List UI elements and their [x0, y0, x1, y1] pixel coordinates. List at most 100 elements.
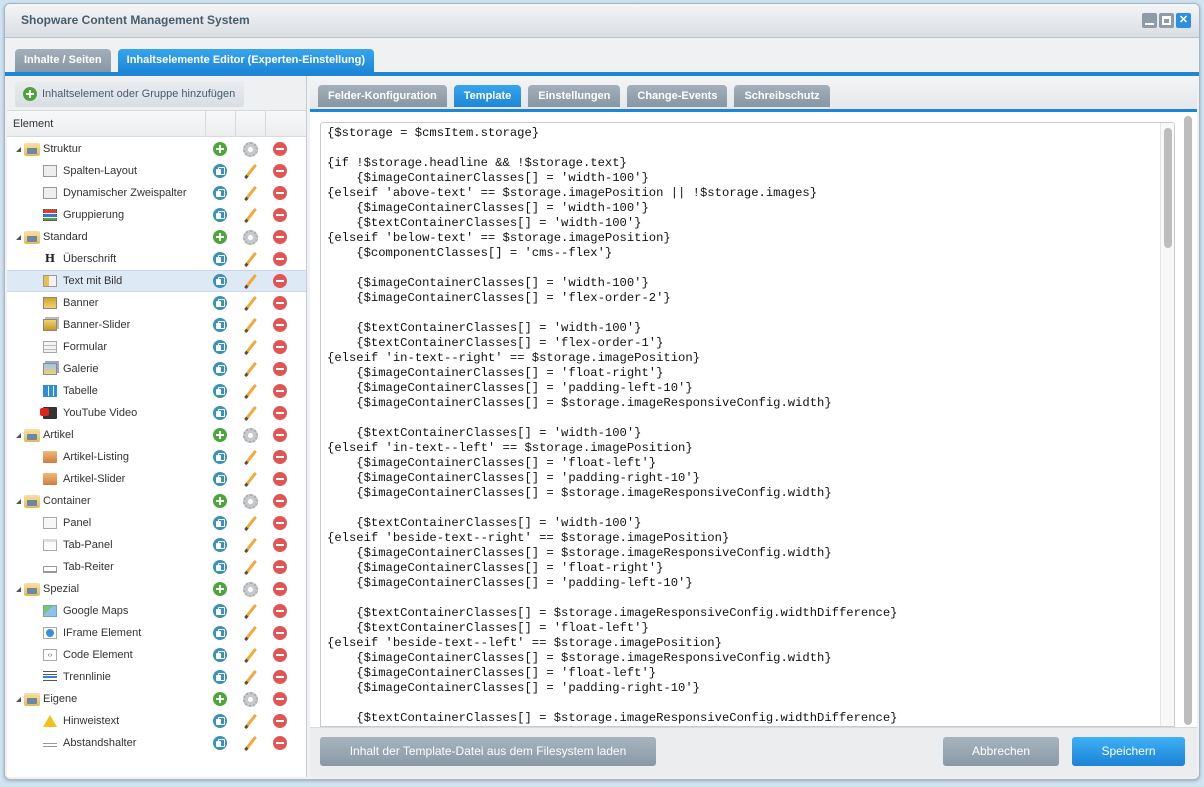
delete-button[interactable]: [273, 472, 287, 486]
add-child-button[interactable]: [213, 230, 227, 244]
delete-button[interactable]: [273, 384, 287, 398]
add-child-button[interactable]: [213, 142, 227, 156]
delete-button[interactable]: [273, 340, 287, 354]
panel-scrollbar-thumb[interactable]: [1184, 116, 1192, 725]
tree-item-row[interactable]: IFrame Element: [7, 622, 306, 644]
tab-inhalte-seiten[interactable]: Inhalte / Seiten: [15, 49, 111, 72]
delete-button[interactable]: [273, 692, 287, 706]
tree-item-row[interactable]: Artikel-Listing: [7, 446, 306, 468]
duplicate-button[interactable]: [213, 252, 227, 266]
edit-pencil-icon[interactable]: [243, 537, 257, 553]
duplicate-button[interactable]: [213, 384, 227, 398]
edit-pencil-icon[interactable]: [243, 163, 257, 179]
duplicate-button[interactable]: [213, 362, 227, 376]
edit-pencil-icon[interactable]: [243, 317, 257, 333]
delete-button[interactable]: [273, 186, 287, 200]
tree-group-row[interactable]: Standard: [7, 226, 306, 248]
duplicate-button[interactable]: [213, 736, 227, 750]
add-element-or-group-button[interactable]: Inhaltselement oder Gruppe hinzufügen: [15, 81, 245, 107]
edit-pencil-icon[interactable]: [243, 361, 257, 377]
add-child-button[interactable]: [213, 582, 227, 596]
template-code[interactable]: {$storage = $cmsItem.storage} {if !$stora…: [321, 123, 1174, 726]
tree-item-row[interactable]: Artikel-Slider: [7, 468, 306, 490]
duplicate-button[interactable]: [213, 186, 227, 200]
settings-gear-icon[interactable]: [242, 691, 258, 707]
load-template-from-filesystem-button[interactable]: Inhalt der Template-Datei aus dem Filesy…: [320, 737, 656, 766]
add-child-button[interactable]: [213, 494, 227, 508]
tree-group-row[interactable]: Container: [7, 490, 306, 512]
delete-button[interactable]: [273, 362, 287, 376]
tree-group-row[interactable]: Struktur: [7, 138, 306, 160]
delete-button[interactable]: [273, 428, 287, 442]
delete-button[interactable]: [273, 736, 287, 750]
tree-item-row[interactable]: Banner-Slider: [7, 314, 306, 336]
tree-item-row[interactable]: Spalten-Layout: [7, 160, 306, 182]
delete-button[interactable]: [273, 164, 287, 178]
tab-felder-konfiguration[interactable]: Felder-Konfiguration: [318, 85, 447, 107]
settings-gear-icon[interactable]: [242, 427, 258, 443]
edit-pencil-icon[interactable]: [243, 185, 257, 201]
tree-item-row[interactable]: ‹› Code Element: [7, 644, 306, 666]
duplicate-button[interactable]: [213, 714, 227, 728]
edit-pencil-icon[interactable]: [243, 603, 257, 619]
delete-button[interactable]: [273, 296, 287, 310]
add-child-button[interactable]: [213, 692, 227, 706]
edit-pencil-icon[interactable]: [243, 295, 257, 311]
duplicate-button[interactable]: [213, 208, 227, 222]
duplicate-button[interactable]: [213, 626, 227, 640]
edit-pencil-icon[interactable]: [243, 449, 257, 465]
tree-item-row[interactable]: Tab-Panel: [7, 534, 306, 556]
duplicate-button[interactable]: [213, 274, 227, 288]
tree-item-row[interactable]: YouTube Video: [7, 402, 306, 424]
edit-pencil-icon[interactable]: [243, 559, 257, 575]
edit-pencil-icon[interactable]: [243, 647, 257, 663]
editor-scrollbar[interactable]: [1160, 123, 1174, 726]
delete-button[interactable]: [273, 318, 287, 332]
tab-change-events[interactable]: Change-Events: [627, 85, 728, 107]
delete-button[interactable]: [273, 626, 287, 640]
edit-pencil-icon[interactable]: [243, 339, 257, 355]
editor-scrollbar-thumb[interactable]: [1164, 128, 1172, 248]
duplicate-button[interactable]: [213, 164, 227, 178]
edit-pencil-icon[interactable]: [243, 273, 257, 289]
expand-arrow-icon[interactable]: [16, 432, 21, 438]
delete-button[interactable]: [273, 648, 287, 662]
column-header-element[interactable]: Element: [7, 111, 205, 136]
tab-template[interactable]: Template: [453, 85, 522, 107]
edit-pencil-icon[interactable]: [243, 207, 257, 223]
delete-button[interactable]: [273, 714, 287, 728]
expand-arrow-icon[interactable]: [16, 498, 21, 504]
delete-button[interactable]: [273, 538, 287, 552]
panel-scrollbar[interactable]: [1183, 116, 1193, 725]
expand-arrow-icon[interactable]: [16, 586, 21, 592]
duplicate-button[interactable]: [213, 604, 227, 618]
delete-button[interactable]: [273, 252, 287, 266]
delete-button[interactable]: [273, 582, 287, 596]
duplicate-button[interactable]: [213, 560, 227, 574]
tree-item-row[interactable]: Tabelle: [7, 380, 306, 402]
duplicate-button[interactable]: [213, 648, 227, 662]
edit-pencil-icon[interactable]: [243, 735, 257, 751]
settings-gear-icon[interactable]: [242, 493, 258, 509]
tree-item-row[interactable]: Galerie: [7, 358, 306, 380]
minimize-button[interactable]: [1142, 13, 1157, 28]
maximize-button[interactable]: [1159, 13, 1174, 28]
edit-pencil-icon[interactable]: [243, 471, 257, 487]
tree-item-row[interactable]: Trennlinie: [7, 666, 306, 688]
tree-item-row[interactable]: Panel: [7, 512, 306, 534]
delete-button[interactable]: [273, 670, 287, 684]
tree-item-row[interactable]: Google Maps: [7, 600, 306, 622]
tree-group-row[interactable]: Artikel: [7, 424, 306, 446]
delete-button[interactable]: [273, 208, 287, 222]
tree-item-row[interactable]: Abstandshalter: [7, 732, 306, 754]
tree-item-row[interactable]: H Überschrift: [7, 248, 306, 270]
settings-gear-icon[interactable]: [242, 229, 258, 245]
add-child-button[interactable]: [213, 428, 227, 442]
template-code-editor[interactable]: {$storage = $cmsItem.storage} {if !$stora…: [320, 122, 1175, 727]
close-button[interactable]: ✕: [1176, 13, 1191, 28]
duplicate-button[interactable]: [213, 538, 227, 552]
tree-item-row[interactable]: Formular: [7, 336, 306, 358]
delete-button[interactable]: [273, 230, 287, 244]
delete-button[interactable]: [273, 450, 287, 464]
cancel-button[interactable]: Abbrechen: [943, 737, 1059, 766]
